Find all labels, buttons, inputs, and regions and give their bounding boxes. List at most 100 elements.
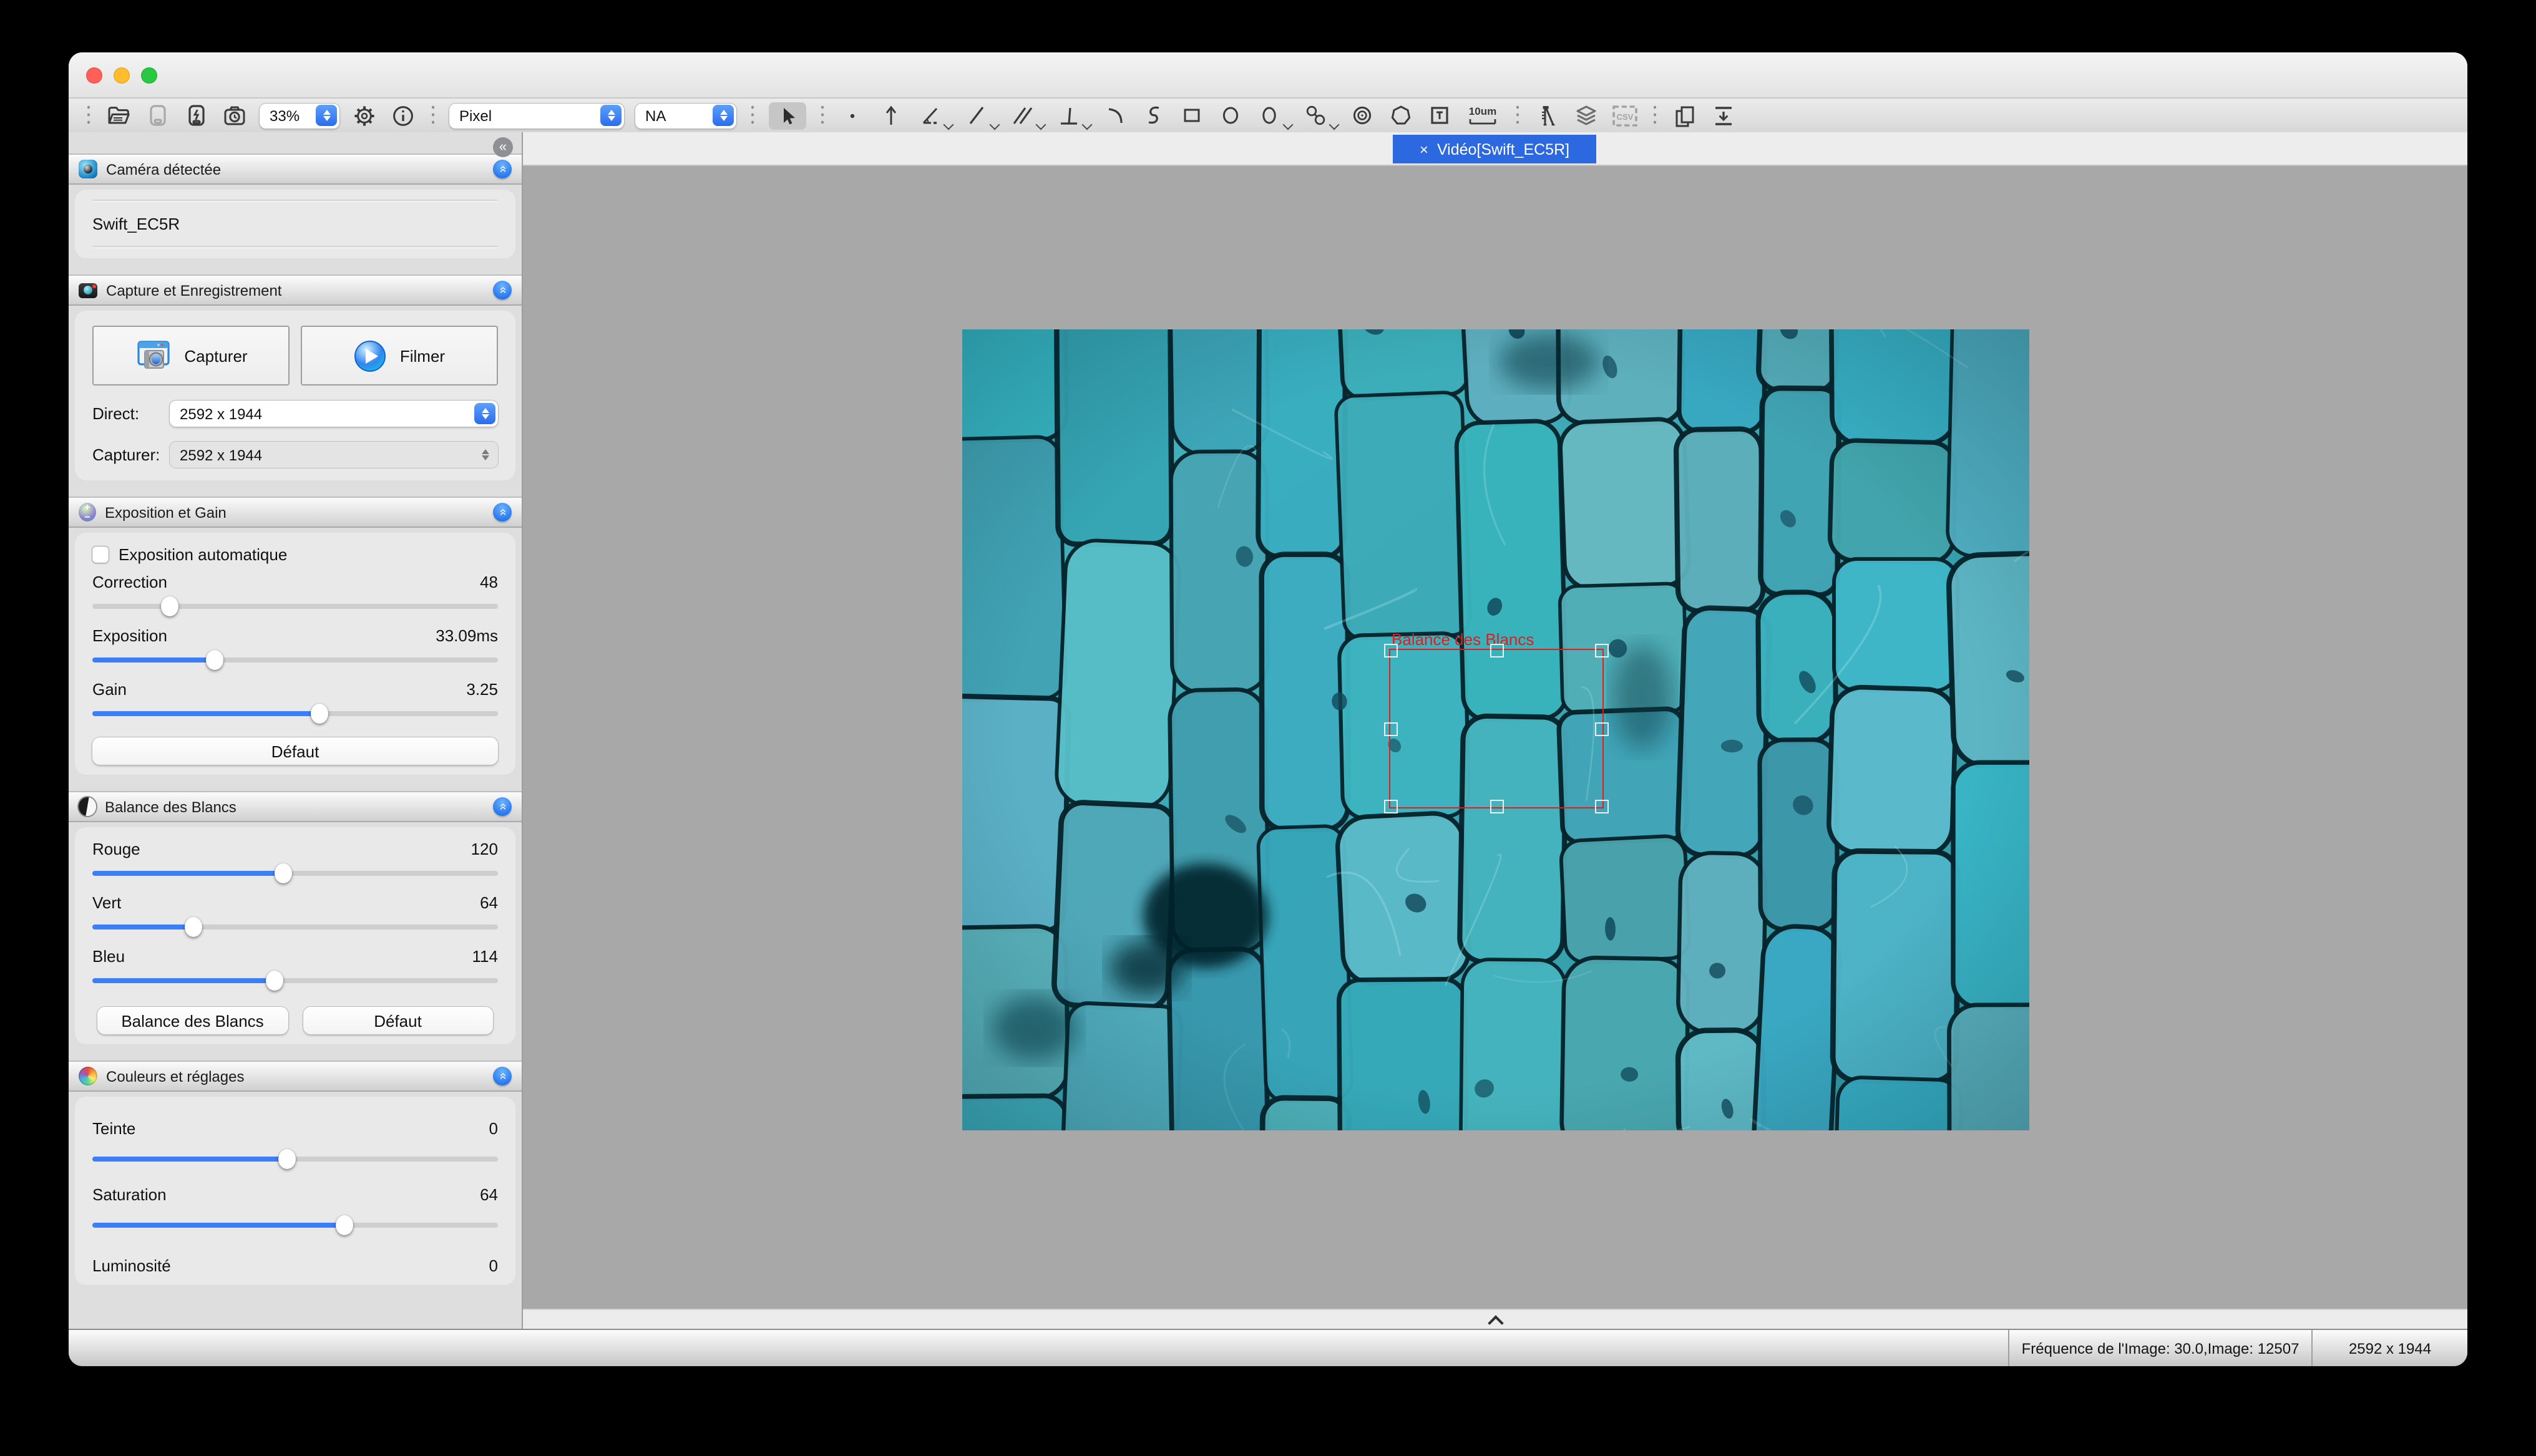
point-tool-icon[interactable] bbox=[839, 102, 866, 129]
minimize-window-button[interactable] bbox=[114, 67, 130, 84]
scale-bar-text: 10um bbox=[1469, 105, 1496, 117]
slider-thumb[interactable] bbox=[266, 971, 284, 991]
panel-white-balance-header[interactable]: Balance des Blancs bbox=[69, 791, 522, 822]
roi-handle[interactable] bbox=[1490, 800, 1504, 813]
button-label: Balance des Blancs bbox=[121, 1011, 263, 1030]
roi-handle[interactable] bbox=[1595, 644, 1609, 658]
csv-export-icon[interactable]: CSV bbox=[1611, 102, 1639, 129]
chevron-down-icon bbox=[990, 119, 1000, 130]
slider-thumb[interactable] bbox=[278, 1149, 296, 1169]
slider-thumb[interactable] bbox=[185, 917, 203, 937]
gain-slider[interactable] bbox=[92, 702, 498, 725]
sidebar-collapse-icon[interactable] bbox=[493, 137, 513, 157]
canvas-area[interactable]: Balance des Blancs bbox=[523, 166, 2467, 1310]
bottom-collapse-strip[interactable] bbox=[523, 1309, 2467, 1330]
stepper-icon[interactable] bbox=[316, 105, 337, 126]
slider-thumb[interactable] bbox=[275, 863, 292, 883]
roi-handle[interactable] bbox=[1384, 644, 1398, 658]
roi-handle[interactable] bbox=[1384, 800, 1398, 813]
slider-thumb[interactable] bbox=[311, 704, 328, 724]
collapse-panel-icon[interactable] bbox=[493, 797, 512, 816]
roi-handle[interactable] bbox=[1595, 722, 1609, 736]
panel-colors-header[interactable]: Couleurs et réglages bbox=[69, 1060, 522, 1092]
resolution-status: 2592 x 1944 bbox=[2311, 1330, 2467, 1366]
slider-thumb[interactable] bbox=[335, 1215, 353, 1235]
record-button[interactable]: Filmer bbox=[301, 326, 498, 386]
unit-select[interactable]: Pixel bbox=[449, 103, 624, 128]
close-window-button[interactable] bbox=[86, 67, 102, 84]
exposure-default-button[interactable]: Défaut bbox=[92, 737, 498, 765]
live-video-view[interactable]: Balance des Blancs bbox=[962, 329, 2029, 1130]
stepper-icon[interactable] bbox=[713, 105, 734, 126]
slider-value: 0 bbox=[489, 1119, 498, 1138]
zoom-level-select[interactable]: 33% bbox=[260, 103, 339, 128]
polygon-tool-icon[interactable] bbox=[1387, 102, 1414, 129]
slider-label: Correction bbox=[92, 573, 167, 591]
na-select[interactable]: NA bbox=[635, 103, 736, 128]
green-slider[interactable] bbox=[92, 916, 498, 938]
slider-thumb[interactable] bbox=[205, 650, 223, 670]
measure-calipers-icon[interactable] bbox=[1534, 102, 1561, 129]
import-to-canvas-icon[interactable] bbox=[1710, 102, 1737, 129]
exposure-slider[interactable] bbox=[92, 649, 498, 671]
stepper-icon[interactable] bbox=[600, 105, 622, 126]
collapse-panel-icon[interactable] bbox=[493, 281, 512, 299]
panel-capture-header[interactable]: Capture et Enregistrement bbox=[69, 274, 522, 306]
blue-slider[interactable] bbox=[92, 969, 498, 992]
slider-thumb[interactable] bbox=[161, 596, 178, 616]
red-slider[interactable] bbox=[92, 862, 498, 885]
titlebar[interactable] bbox=[69, 52, 2467, 99]
roi-handle[interactable] bbox=[1595, 800, 1609, 813]
auto-exposure-checkbox[interactable] bbox=[92, 546, 109, 563]
collapse-panel-icon[interactable] bbox=[493, 160, 512, 178]
white-balance-roi[interactable]: Balance des Blancs bbox=[1389, 649, 1604, 808]
saturation-slider[interactable] bbox=[92, 1214, 498, 1236]
roi-handle[interactable] bbox=[1384, 722, 1398, 736]
white-balance-button[interactable]: Balance des Blancs bbox=[97, 1007, 288, 1034]
video-tab[interactable]: × Vidéo[Swift_EC5R] bbox=[1393, 135, 1596, 163]
snap-resolution-select[interactable]: 2592 x 1944 bbox=[170, 442, 498, 468]
settings-gear-icon[interactable] bbox=[351, 102, 378, 129]
zoom-window-button[interactable] bbox=[141, 67, 157, 84]
close-tab-icon[interactable]: × bbox=[1420, 140, 1428, 158]
correction-slider[interactable] bbox=[92, 595, 498, 618]
scale-bar-tool-icon[interactable]: 10um bbox=[1464, 102, 1501, 129]
cursor-tool-icon[interactable] bbox=[769, 102, 806, 129]
collapse-panel-icon[interactable] bbox=[493, 1067, 512, 1085]
slider-value: 64 bbox=[480, 893, 498, 912]
ellipse-variant-tool-icon[interactable] bbox=[1256, 102, 1283, 129]
timed-capture-icon[interactable] bbox=[221, 102, 248, 129]
perpendicular-tool-icon[interactable] bbox=[1055, 102, 1082, 129]
curve-tool-icon[interactable] bbox=[1139, 102, 1167, 129]
save-flash-icon[interactable] bbox=[182, 102, 210, 129]
live-resolution-select[interactable]: 2592 x 1944 bbox=[170, 400, 498, 427]
hue-slider[interactable] bbox=[92, 1148, 498, 1170]
info-icon[interactable] bbox=[389, 102, 417, 129]
save-icon[interactable] bbox=[144, 102, 171, 129]
white-balance-default-button[interactable]: Défaut bbox=[303, 1007, 493, 1034]
parallel-lines-tool-icon[interactable] bbox=[1008, 102, 1036, 129]
roi-handle[interactable] bbox=[1490, 644, 1504, 658]
app-window: 33% Pixel NA bbox=[69, 52, 2467, 1366]
arc-tool-icon[interactable] bbox=[1101, 102, 1128, 129]
concentric-circles-tool-icon[interactable] bbox=[1348, 102, 1375, 129]
panel-title: Capture et Enregistrement bbox=[106, 281, 282, 299]
panel-camera-header[interactable]: Caméra détectée bbox=[69, 153, 522, 185]
panel-exposure-header[interactable]: +− Exposition et Gain bbox=[69, 497, 522, 528]
open-file-icon[interactable] bbox=[105, 102, 132, 129]
ellipse-tool-icon[interactable] bbox=[1217, 102, 1244, 129]
capture-button[interactable]: Capturer bbox=[92, 326, 290, 386]
rectangle-tool-icon[interactable] bbox=[1178, 102, 1206, 129]
layers-icon[interactable] bbox=[1573, 102, 1600, 129]
text-tool-icon[interactable] bbox=[1425, 102, 1453, 129]
arrow-tool-icon[interactable] bbox=[877, 102, 905, 129]
duplicate-image-icon[interactable] bbox=[1671, 102, 1699, 129]
panel-camera-body: Swift_EC5R bbox=[75, 190, 515, 258]
collapse-panel-icon[interactable] bbox=[493, 503, 512, 522]
angle-tool-icon[interactable] bbox=[916, 102, 944, 129]
chevron-down-icon bbox=[1082, 119, 1093, 130]
stepper-icon[interactable] bbox=[474, 403, 495, 424]
line-tool-icon[interactable] bbox=[962, 102, 990, 129]
circle-pair-tool-icon[interactable] bbox=[1302, 102, 1329, 129]
slider-track[interactable] bbox=[92, 604, 498, 609]
